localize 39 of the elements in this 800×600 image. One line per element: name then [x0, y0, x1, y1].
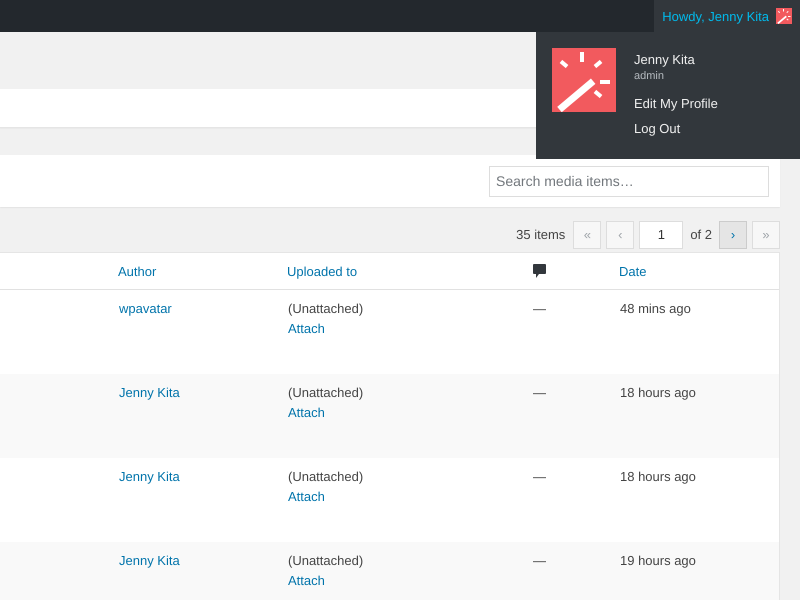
user-greeting[interactable]: Howdy, Jenny Kita	[654, 0, 800, 32]
author-link[interactable]: wpavatar	[119, 301, 172, 316]
page-nav-button: »	[752, 220, 780, 248]
page-nav-button: «	[573, 220, 602, 248]
page-nav-button: ‹	[606, 220, 634, 248]
user-name: Jenny Kita	[634, 52, 696, 67]
attach-link[interactable]: Attach	[288, 489, 325, 504]
upload-date: 48 mins ago	[620, 301, 691, 316]
attachment-status: (Unattached)	[288, 385, 364, 400]
user-role: admin	[634, 70, 665, 82]
small-avatar-icon	[776, 8, 792, 24]
attach-link[interactable]: Attach	[288, 573, 325, 588]
attachment-status: (Unattached)	[288, 469, 364, 484]
author-link[interactable]: Jenny Kita	[119, 469, 180, 484]
comment-count: —	[533, 385, 546, 400]
attach-link[interactable]: Attach	[288, 321, 325, 336]
column-header[interactable]: Uploaded to	[287, 264, 358, 278]
column-header[interactable]: Date	[619, 264, 646, 278]
search-field[interactable]: Search media items…	[489, 166, 769, 196]
menu-link[interactable]: Log Out	[634, 121, 718, 136]
column-header[interactable]: Author	[118, 264, 156, 278]
upload-date: 18 hours ago	[620, 469, 696, 484]
page-total: of 2	[690, 227, 712, 242]
attachment-status: (Unattached)	[288, 301, 364, 316]
comment-count: —	[533, 301, 546, 316]
comment-count: —	[533, 553, 546, 568]
upload-date: 19 hours ago	[620, 553, 696, 568]
author-link[interactable]: Jenny Kita	[119, 553, 180, 568]
page-nav-button[interactable]: ›	[719, 220, 747, 248]
attachment-status: (Unattached)	[288, 553, 364, 568]
page-number-field[interactable]: 1	[639, 220, 684, 248]
author-link[interactable]: Jenny Kita	[119, 385, 180, 400]
menu-link[interactable]: Edit My Profile	[634, 96, 718, 111]
comment-count: —	[533, 469, 546, 484]
upload-date: 18 hours ago	[620, 385, 696, 400]
avatar-wand-icon	[552, 48, 616, 112]
attach-link[interactable]: Attach	[288, 405, 325, 420]
item-count: 35 items	[516, 227, 566, 242]
comment-bubble-icon[interactable]	[533, 264, 546, 278]
